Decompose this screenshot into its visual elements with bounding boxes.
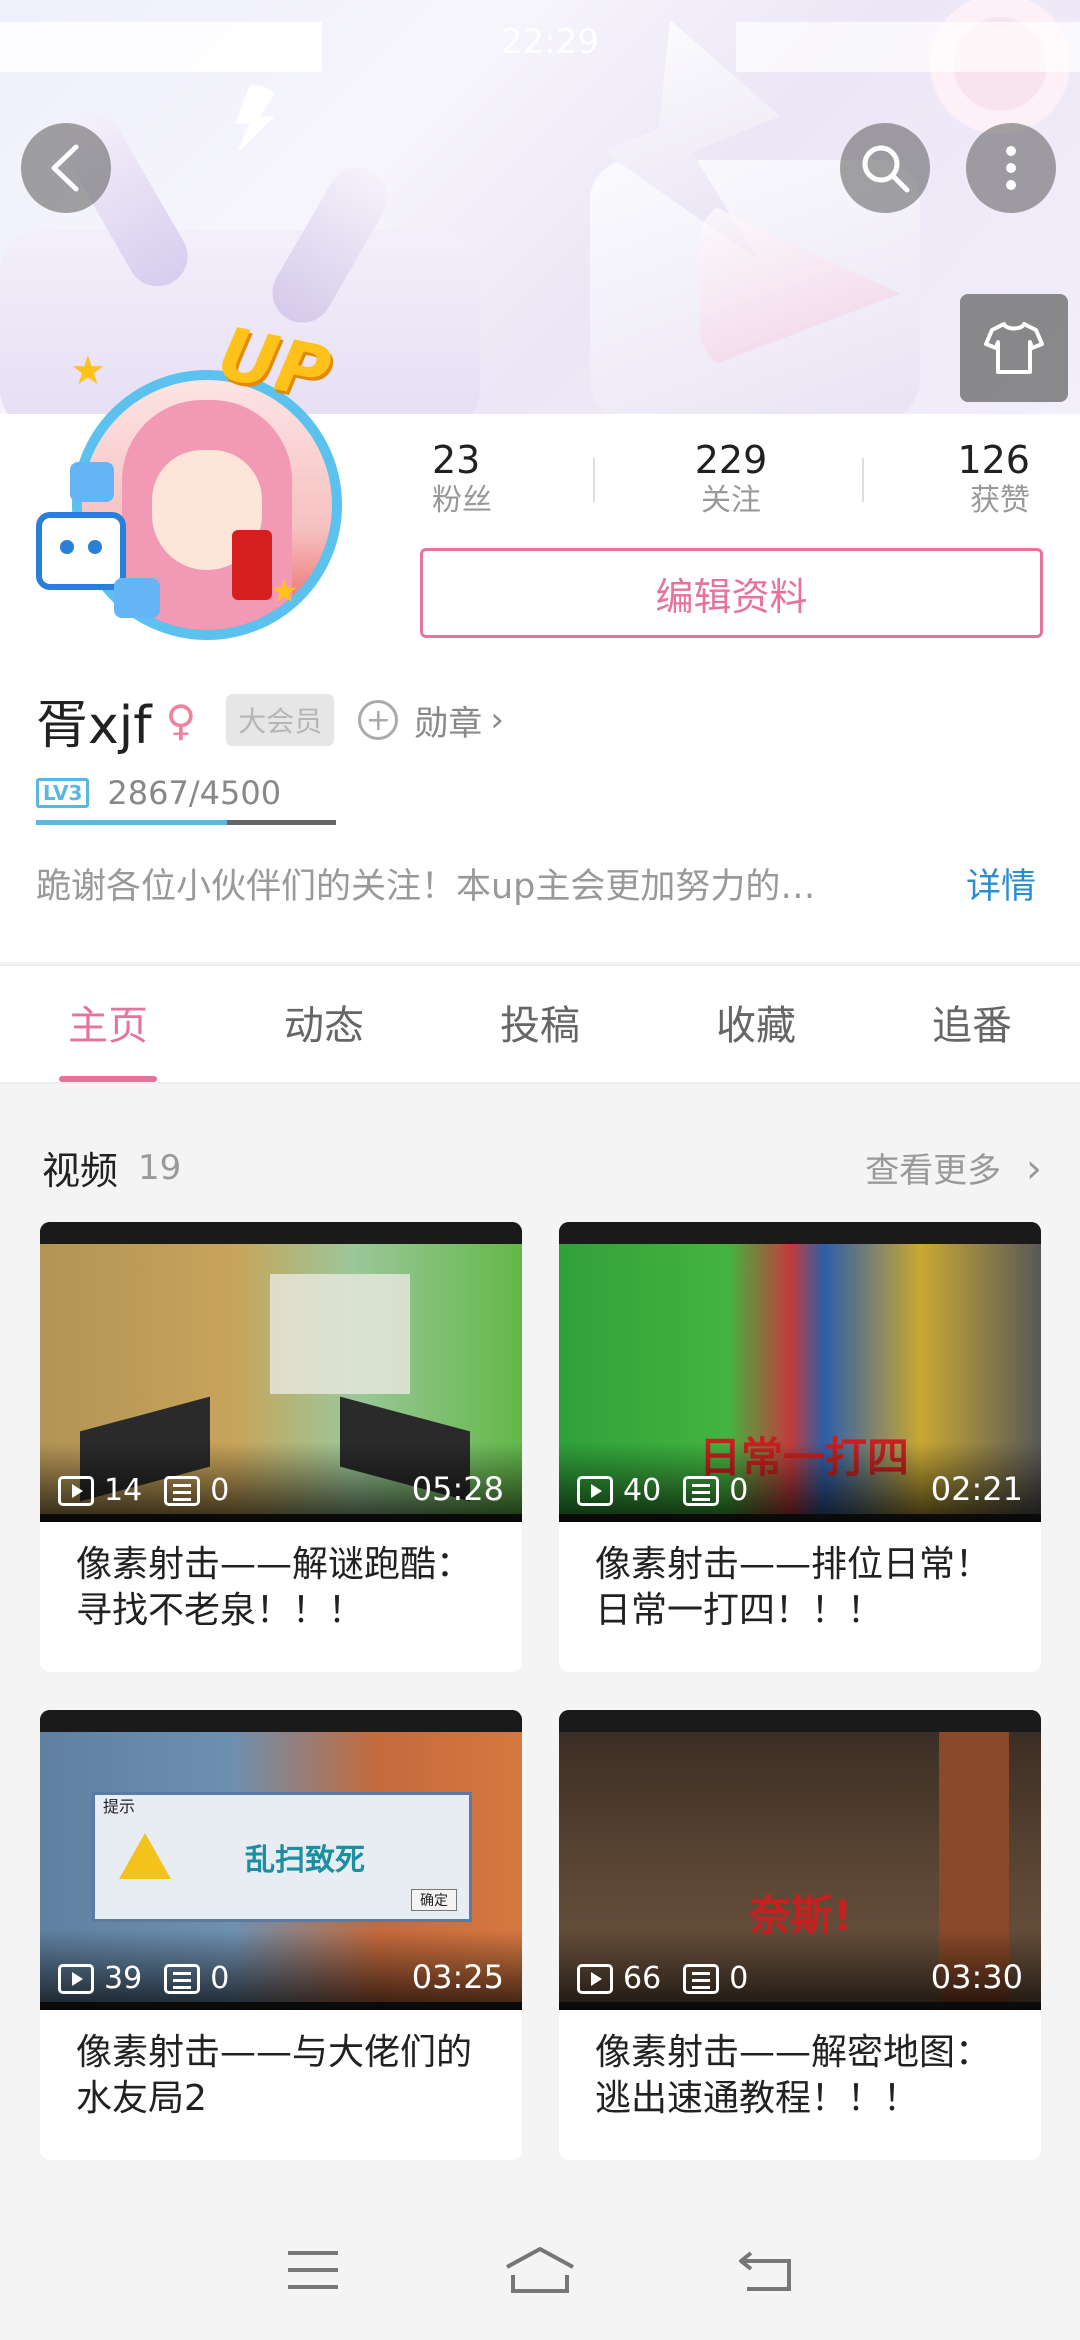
see-more-link[interactable]: 查看更多 › <box>865 1143 1042 1192</box>
stats-row: 23 粉丝 229 关注 126 获赞 <box>390 438 1060 528</box>
play-decoration-icon <box>114 578 160 618</box>
video-card[interactable]: 提示 乱扫致死 确定 39 0 03:25 像素射击——与大佬们的水友局2 <box>40 1710 522 2160</box>
system-nav-bar <box>0 2200 1080 2340</box>
likes-count: 126 <box>957 438 1030 482</box>
fans-count: 23 <box>432 438 481 482</box>
fans-label: 粉丝 <box>432 483 492 518</box>
status-time: 22:29 <box>501 22 599 62</box>
system-back-button[interactable] <box>722 2235 812 2305</box>
username: 胥xjf <box>36 695 152 756</box>
danmaku-count: 0 <box>210 1961 230 1996</box>
video-title: 像素射击——解密地图：逃出速通教程！！！ <box>595 2032 992 2119</box>
danmaku-count-icon <box>683 1475 720 1506</box>
bio-detail-link[interactable]: 详情 <box>966 858 1036 909</box>
video-card[interactable]: 日常一打四 40 0 02:21 像素射击——排位日常！日常一打四！！！ <box>559 1222 1041 1672</box>
video-thumbnail: 提示 乱扫致死 确定 39 0 03:25 <box>40 1710 522 2010</box>
game-dialog: 提示 乱扫致死 确定 <box>92 1792 472 1922</box>
menu-icon <box>288 2251 339 2289</box>
stat-following[interactable]: 229 关注 <box>631 438 830 528</box>
dialog-title: 提示 <box>103 1797 136 1816</box>
danmaku-count-icon <box>164 1963 201 1994</box>
status-bar-left <box>0 22 322 72</box>
bio-text[interactable]: 跪谢各位小伙伴们的关注！本up主会更加努力的… <box>36 858 916 909</box>
play-count-icon <box>577 1963 613 1994</box>
avatar[interactable]: UP ★ ★ <box>30 311 350 640</box>
more-vertical-icon <box>1006 146 1016 190</box>
play-decoration-icon <box>70 462 114 502</box>
video-duration: 02:21 <box>930 1470 1023 1508</box>
level-row: LV3 2867/4500 <box>36 774 281 812</box>
back-button[interactable] <box>21 123 111 213</box>
menu-button[interactable] <box>268 2235 358 2305</box>
section-title: 视频 <box>42 1149 119 1193</box>
video-title: 像素射击——解谜跑酷：寻找不老泉！！！ <box>76 1544 473 1631</box>
name-row: 胥xjf ♀ 大会员 + 勋章 › <box>36 685 504 756</box>
video-section-header: 视频 19 查看更多 › <box>42 1140 1042 1195</box>
tab-bangumi[interactable]: 追番 <box>864 966 1080 1082</box>
home-button[interactable] <box>495 2235 585 2305</box>
chevron-right-icon: › <box>490 700 504 740</box>
stat-fans[interactable]: 23 粉丝 <box>390 438 631 528</box>
back-arrow-icon <box>51 144 79 192</box>
video-duration: 05:28 <box>411 1470 504 1508</box>
play-count-icon <box>58 1475 94 1506</box>
return-icon <box>738 2251 791 2291</box>
play-count: 14 <box>104 1473 143 1508</box>
level-badge: LV3 <box>36 778 90 808</box>
dialog-message: 乱扫致死 <box>245 1843 365 1878</box>
danmaku-count: 0 <box>729 1473 749 1508</box>
video-count: 19 <box>138 1147 182 1188</box>
medal-icon[interactable]: + <box>358 700 399 740</box>
search-button[interactable] <box>840 123 930 213</box>
warning-icon <box>119 1833 171 1879</box>
video-thumbnail: 日常一打四 40 0 02:21 <box>559 1222 1041 1522</box>
tab-dynamic[interactable]: 动态 <box>216 966 432 1082</box>
play-count: 66 <box>623 1961 662 1996</box>
star-icon: ★ <box>70 348 106 394</box>
video-card[interactable]: 奈斯! 66 0 03:30 像素射击——解密地图：逃出速通教程！！！ <box>559 1710 1041 2160</box>
chevron-right-icon: › <box>1026 1146 1042 1192</box>
danmaku-count-icon <box>683 1963 720 1994</box>
play-count: 40 <box>623 1473 662 1508</box>
video-title: 像素射击——排位日常！日常一打四！！！ <box>595 1544 992 1631</box>
more-button[interactable] <box>966 123 1056 213</box>
dress-up-button[interactable] <box>960 294 1068 402</box>
exp-progress-fill <box>36 820 228 825</box>
medal-link[interactable]: 勋章 <box>414 696 482 745</box>
vip-badge[interactable]: 大会员 <box>226 694 335 746</box>
profile-tabs: 主页 动态 投稿 收藏 追番 <box>0 964 1080 1084</box>
danmaku-count-icon <box>164 1475 201 1506</box>
tshirt-icon <box>984 322 1044 374</box>
stat-likes[interactable]: 126 获赞 <box>831 438 1060 528</box>
edit-profile-button[interactable]: 编辑资料 <box>420 548 1043 638</box>
video-card[interactable]: 14 0 05:28 像素射击——解谜跑酷：寻找不老泉！！！ <box>40 1222 522 1672</box>
video-duration: 03:25 <box>411 1958 504 1996</box>
female-icon: ♀ <box>165 695 197 745</box>
video-title: 像素射击——与大佬们的水友局2 <box>76 2032 473 2119</box>
following-count: 229 <box>694 438 768 482</box>
play-count-icon <box>577 1475 613 1506</box>
exp-progress-bar <box>36 820 336 825</box>
video-thumbnail: 14 0 05:28 <box>40 1222 522 1522</box>
status-bar-right <box>736 22 1080 72</box>
tab-favorites[interactable]: 收藏 <box>648 966 864 1082</box>
see-more-label: 查看更多 <box>865 1151 1002 1191</box>
video-thumbnail: 奈斯! 66 0 03:30 <box>559 1710 1041 2010</box>
exp-text: 2867/4500 <box>107 774 282 812</box>
bilibili-tv-icon <box>36 512 126 590</box>
tab-home[interactable]: 主页 <box>0 966 216 1082</box>
danmaku-count: 0 <box>210 1473 230 1508</box>
tab-uploads[interactable]: 投稿 <box>432 966 648 1082</box>
stats-divider <box>593 458 595 502</box>
danmaku-count: 0 <box>729 1961 749 1996</box>
home-icon <box>506 2247 574 2293</box>
play-count: 39 <box>104 1961 143 1996</box>
likes-label: 获赞 <box>969 483 1030 518</box>
dialog-ok-button: 确定 <box>411 1889 457 1911</box>
video-duration: 03:30 <box>930 1958 1023 1996</box>
search-icon <box>862 145 910 193</box>
following-label: 关注 <box>700 483 761 518</box>
play-count-icon <box>58 1963 94 1994</box>
star-icon: ★ <box>270 572 299 610</box>
